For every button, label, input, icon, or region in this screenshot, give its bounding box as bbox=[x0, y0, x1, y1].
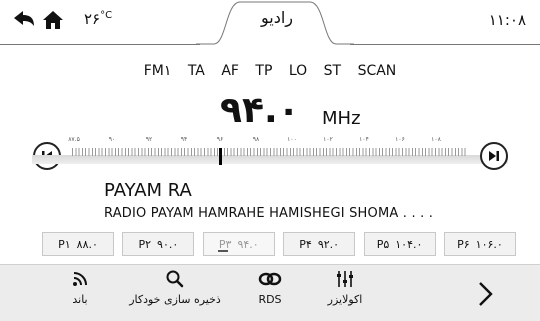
clock: ۱۱:۰۸ bbox=[488, 11, 526, 29]
preset-button-1[interactable]: P۱ ۸۸.۰ bbox=[42, 232, 114, 256]
preset-label: P۱ bbox=[58, 237, 71, 251]
scale-label: ۱۰۶ bbox=[395, 136, 405, 143]
preset-frequency: ۸۸.۰ bbox=[76, 237, 98, 251]
preset-frequency: ۹۲.۰ bbox=[317, 237, 340, 251]
equalizer-icon bbox=[337, 271, 353, 287]
preset-row: P۱ ۸۸.۰ P۲ ۹۰.۰ P۳ ۹۴.۰ P۴ ۹۲.۰ P۵ ۱۰۴.۰… bbox=[42, 232, 516, 258]
seek-forward-button[interactable] bbox=[480, 142, 508, 170]
preset-button-5[interactable]: P۵ ۱۰۴.۰ bbox=[363, 232, 436, 256]
preset-frequency: ۱۰۶.۰ bbox=[475, 237, 503, 251]
preset-label: P۲ bbox=[138, 237, 152, 251]
station-radiotext: RADIO PAYAM HAMRAHE HAMISHEGI SHOMA . . … bbox=[104, 206, 434, 221]
scale-label: ۱۰۸ bbox=[431, 136, 441, 143]
frequency-value: ۹۴.۰ bbox=[220, 90, 300, 131]
temperature-value: ۲۶ bbox=[84, 10, 101, 28]
mode-tp[interactable]: TP bbox=[255, 63, 272, 79]
preset-button-4[interactable]: P۴ ۹۲.۰ bbox=[283, 232, 356, 256]
preset-label: P۵ bbox=[376, 237, 390, 251]
tuning-needle[interactable] bbox=[219, 148, 222, 165]
search-icon bbox=[166, 270, 184, 288]
bottom-bar: باند ذخیره سازی خودکار RDS اکولایزر bbox=[0, 264, 540, 321]
temperature-unit: °C bbox=[100, 10, 114, 21]
page-title: رادیو bbox=[260, 8, 293, 27]
auto-save-button[interactable]: ذخیره سازی خودکار bbox=[120, 269, 230, 306]
preset-frequency: ۹۰.۰ bbox=[157, 237, 179, 251]
tuning-scale-band bbox=[32, 155, 508, 164]
preset-label: P۳ bbox=[218, 237, 232, 251]
mode-row: FM۱ TA AF TP LO ST SCAN bbox=[0, 63, 540, 83]
tuning-scale[interactable]: ۸۷.۵ ۹۰ ۹۲ ۹۴ ۹۶ ۹۸ ۱۰۰ ۱۰۲ ۱۰۴ ۱۰۶ ۱۰۸ bbox=[32, 136, 508, 170]
preset-label: P۶ bbox=[457, 237, 470, 251]
temperature-readout: ۲۶°C bbox=[84, 10, 113, 28]
back-arrow-icon[interactable] bbox=[12, 9, 36, 31]
band-button[interactable]: باند bbox=[60, 269, 100, 306]
mode-st[interactable]: ST bbox=[324, 63, 341, 79]
equalizer-button[interactable]: اکولایزر bbox=[300, 269, 390, 306]
band-label: باند bbox=[72, 293, 88, 306]
radio-waves-icon bbox=[73, 272, 87, 286]
scale-label: ۱۰۰ bbox=[287, 136, 297, 143]
auto-save-label: ذخیره سازی خودکار bbox=[129, 293, 221, 306]
rds-label: RDS bbox=[258, 293, 282, 306]
scale-label: ۹۰ bbox=[108, 136, 116, 143]
preset-button-2[interactable]: P۲ ۹۰.۰ bbox=[122, 232, 195, 256]
equalizer-label: اکولایزر bbox=[327, 293, 363, 306]
scale-label: ۱۰۴ bbox=[359, 136, 369, 143]
rds-icon bbox=[258, 272, 282, 286]
top-bar-divider-right bbox=[350, 44, 540, 45]
scale-label: ۸۷.۵ bbox=[68, 136, 80, 143]
mode-ta[interactable]: TA bbox=[188, 63, 205, 79]
top-bar: رادیو ۲۶°C ۱۱:۰۸ bbox=[0, 0, 540, 45]
preset-button-3[interactable]: P۳ ۹۴.۰ bbox=[202, 232, 275, 256]
skip-forward-icon bbox=[489, 151, 499, 161]
tuning-scale-ticks bbox=[72, 148, 468, 156]
rds-button[interactable]: RDS bbox=[250, 269, 290, 306]
chevron-right-icon[interactable] bbox=[470, 279, 500, 309]
scale-label: ۹۴ bbox=[180, 136, 188, 143]
scale-label: ۹۸ bbox=[252, 136, 260, 143]
top-bar-divider-left bbox=[0, 44, 200, 45]
scale-label: ۹۶ bbox=[216, 136, 224, 143]
mode-scan[interactable]: SCAN bbox=[358, 63, 397, 79]
station-name: PAYAM RA bbox=[104, 180, 192, 201]
preset-frequency: ۹۴.۰ bbox=[237, 237, 259, 251]
preset-label: P۴ bbox=[299, 237, 312, 251]
mode-af[interactable]: AF bbox=[221, 63, 239, 79]
preset-frequency: ۱۰۴.۰ bbox=[395, 237, 423, 251]
scale-label: ۹۲ bbox=[145, 136, 153, 143]
preset-button-6[interactable]: P۶ ۱۰۶.۰ bbox=[443, 232, 516, 256]
home-icon[interactable] bbox=[42, 9, 64, 31]
frequency-unit: MHz bbox=[322, 108, 361, 129]
scale-label: ۱۰۲ bbox=[323, 136, 333, 143]
mode-lo[interactable]: LO bbox=[289, 63, 307, 79]
mode-fm1[interactable]: FM۱ bbox=[144, 63, 172, 79]
